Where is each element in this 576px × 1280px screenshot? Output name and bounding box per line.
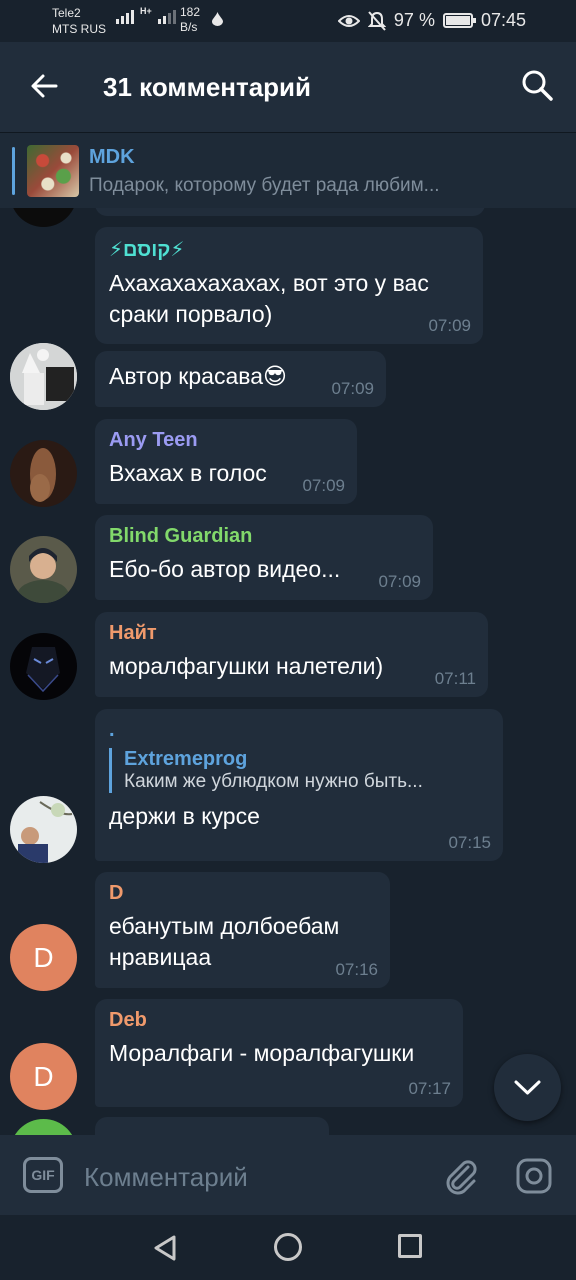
carrier-2: MTS RUS <box>52 22 106 36</box>
comment-input-bar: GIF <box>0 1135 576 1215</box>
chevron-down-icon <box>514 1080 541 1095</box>
carrier-info: Tele2 MTS RUS <box>52 5 106 37</box>
message-time: 07:09 <box>378 572 421 591</box>
scroll-down-button[interactable] <box>494 1054 561 1121</box>
comments-list[interactable]: ⚡קוסם⚡ Ахахахахахахах, вот это у вас сра… <box>0 208 576 1135</box>
avatar[interactable] <box>10 343 77 410</box>
network-type: H+ <box>140 6 152 16</box>
data-saver-icon <box>212 12 223 26</box>
avatar[interactable] <box>10 796 77 863</box>
user-photo-icon <box>10 536 77 603</box>
message-bubble[interactable]: ⚡קוסם⚡ Ахахахахахахах, вот это у вас сра… <box>95 227 483 344</box>
app-header: 31 комментарий <box>0 42 576 132</box>
user-photo-icon <box>10 796 77 863</box>
pinned-indicator <box>12 147 15 195</box>
status-bar: Tele2 MTS RUS H+ 182 B/s 97 % 07:45 <box>0 0 576 42</box>
pinned-channel-name: MDK <box>89 146 135 168</box>
message-bubble-partial <box>95 1117 329 1135</box>
carrier-1: Tele2 <box>52 6 81 20</box>
message-author[interactable]: Найт <box>109 622 474 645</box>
comment-input[interactable] <box>84 1157 414 1197</box>
pinned-thumbnail <box>27 145 79 197</box>
signal-icon: H+ <box>116 6 176 24</box>
avatar-partial[interactable] <box>10 1119 77 1135</box>
avatar[interactable]: D <box>10 924 77 991</box>
message-text: Ахахахахахахах, вот это у вас сраки порв… <box>109 270 429 327</box>
back-arrow-icon[interactable] <box>26 68 62 104</box>
nav-back-icon[interactable] <box>150 1233 180 1263</box>
avatar[interactable]: D <box>10 1043 77 1110</box>
message-bubble-partial <box>95 208 485 216</box>
search-icon[interactable] <box>520 68 554 102</box>
reply-quote[interactable]: Extremeprog Каким же ублюдком нужно быть… <box>109 748 489 793</box>
status-right: 97 % 07:45 <box>337 10 526 31</box>
message-bubble[interactable]: Автор красава😎 07:09 <box>95 351 386 407</box>
message-author[interactable]: Any Teen <box>109 429 343 452</box>
pinned-post[interactable]: MDK Подарок, которому будет рада любим..… <box>0 132 576 208</box>
reply-text: Каким же ублюдком нужно быть... <box>124 771 423 792</box>
message-text: ебанутым долбоебам нравицаа <box>109 913 340 970</box>
battery-percent: 97 % <box>393 10 435 30</box>
message-text: Ебо-бо автор видео... <box>109 556 341 582</box>
nav-recents-icon[interactable] <box>398 1234 422 1258</box>
pinned-text: Подарок, которому будет рада любим... <box>89 175 440 196</box>
message-time: 07:09 <box>331 379 374 398</box>
message-author[interactable]: ⚡קוסם⚡ <box>109 237 469 262</box>
user-photo-icon <box>10 440 77 507</box>
gif-button[interactable]: GIF <box>23 1157 63 1193</box>
clock: 07:45 <box>480 10 526 30</box>
message-author[interactable]: Deb <box>109 1009 449 1032</box>
message-time: 07:09 <box>302 476 345 495</box>
message-bubble[interactable]: Deb Моралфаги - моралфагушки 07:17 <box>95 999 463 1107</box>
message-text: Моралфаги - моралфагушки <box>109 1040 415 1066</box>
network-speed: 182 B/s <box>180 5 201 34</box>
mute-bell-icon <box>367 10 386 31</box>
message-time: 07:09 <box>428 316 471 335</box>
message-author[interactable]: Blind Guardian <box>109 525 419 548</box>
camera-icon[interactable] <box>515 1157 553 1195</box>
attach-icon[interactable] <box>442 1157 480 1195</box>
avatar[interactable] <box>10 633 77 700</box>
battery-icon <box>442 13 476 28</box>
message-author[interactable]: . <box>109 719 489 742</box>
message-author[interactable]: D <box>109 882 376 905</box>
avatar[interactable] <box>10 536 77 603</box>
message-bubble[interactable]: Any Teen Вхахах в голос 07:09 <box>95 419 357 504</box>
avatar-partial[interactable] <box>10 208 77 227</box>
message-time: 07:11 <box>434 669 476 688</box>
message-time: 07:16 <box>335 960 378 979</box>
page-title: 31 комментарий <box>103 72 312 102</box>
message-time: 07:15 <box>448 833 491 852</box>
eye-icon <box>337 14 360 27</box>
reply-author: Extremeprog <box>124 748 248 770</box>
user-photo-icon <box>10 343 77 410</box>
message-bubble[interactable]: Найт моралфагушки налетели) 07:11 <box>95 612 488 697</box>
nav-home-icon[interactable] <box>274 1233 302 1261</box>
user-photo-icon <box>10 633 77 700</box>
message-text: держи в курсе <box>109 803 260 829</box>
avatar[interactable] <box>10 440 77 507</box>
message-bubble[interactable]: D ебанутым долбоебам нравицаа 07:16 <box>95 872 390 988</box>
system-nav-bar <box>0 1215 576 1280</box>
message-time: 07:17 <box>408 1079 451 1098</box>
message-text: моралфагушки налетели) <box>109 653 384 679</box>
message-bubble[interactable]: Blind Guardian Ебо-бо автор видео... 07:… <box>95 515 433 600</box>
message-bubble[interactable]: . Extremeprog Каким же ублюдком нужно бы… <box>95 709 503 861</box>
